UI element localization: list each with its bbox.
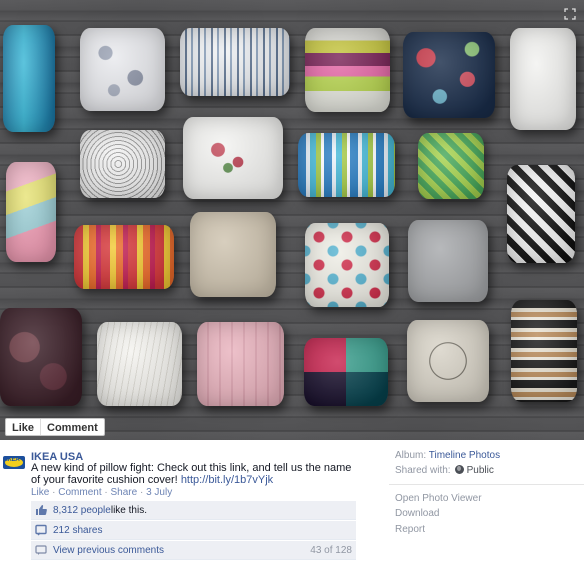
ikea-logo[interactable] <box>3 456 25 469</box>
pillow-green-diamonds <box>418 133 484 199</box>
feedback-box: 8,312 people like this. 212 shares View … <box>31 501 356 561</box>
pillow-black-white-geometric <box>507 165 575 263</box>
photo-comment-button[interactable]: Comment <box>40 419 104 435</box>
pillow-turquoise-blue <box>3 25 55 132</box>
thumbs-up-icon <box>35 504 47 516</box>
comments-row: View previous comments 43 of 128 <box>31 541 356 560</box>
comment-icon <box>35 544 47 556</box>
photo-actions: Like Comment <box>5 418 105 436</box>
post-date[interactable]: 3 July <box>146 487 172 498</box>
album-row: Album: Timeline Photos <box>395 450 500 461</box>
post-meta: Like · Comment · Share · 3 July <box>31 487 172 498</box>
pillow-black-tan-stripes <box>511 300 577 402</box>
photo-like-button[interactable]: Like <box>6 419 40 435</box>
pillow-blue-green-stripes <box>298 133 395 197</box>
privacy-value[interactable]: Public <box>467 465 494 476</box>
meta-separator: · <box>101 487 111 498</box>
pillow-red-yellow-stripes <box>74 225 174 289</box>
open-photo-viewer-link[interactable]: Open Photo Viewer <box>395 493 482 504</box>
pillow-polka-dots <box>305 223 389 307</box>
expand-icon[interactable] <box>564 8 576 20</box>
comment-link[interactable]: Comment <box>58 487 101 498</box>
shared-with-label: Shared with: <box>395 465 451 476</box>
pillow-map-print <box>407 320 489 402</box>
download-link[interactable]: Download <box>395 508 439 519</box>
pillow-multicolor-stripes <box>305 28 390 112</box>
pillow-patchwork <box>304 338 388 406</box>
view-previous-comments-link[interactable]: View previous comments <box>53 545 164 556</box>
like-link[interactable]: Like <box>31 487 49 498</box>
shared-with-row: Shared with: Public <box>395 465 494 476</box>
pillow-dark-floral <box>403 32 495 118</box>
globe-icon <box>454 465 464 474</box>
report-link[interactable]: Report <box>395 524 425 535</box>
pillow-toile-floral <box>80 28 165 111</box>
post-caption: A new kind of pillow fight: Check out th… <box>31 462 361 486</box>
album-link[interactable]: Timeline Photos <box>429 450 500 461</box>
pillow-paisley-dark <box>0 308 82 406</box>
photo-viewer[interactable]: Like Comment <box>0 0 584 440</box>
meta-separator: · <box>137 487 147 498</box>
pillow-grey-plain <box>408 220 488 302</box>
pillow-white-pinstripe <box>97 322 182 406</box>
pillow-pastel-abstract <box>6 162 56 262</box>
share-link[interactable]: Share <box>111 487 138 498</box>
pillow-blue-stripes <box>180 28 290 96</box>
likes-row: 8,312 people like this. <box>31 501 356 520</box>
sidebar-divider <box>389 484 584 485</box>
shares-row: 212 shares <box>31 521 356 540</box>
likes-count-link[interactable]: 8,312 people <box>53 505 111 516</box>
pillow-rose-embroidery <box>183 117 283 199</box>
pillow-swirl-pattern <box>80 130 165 198</box>
pillow-pink-stripe <box>197 322 284 406</box>
likes-suffix: like this. <box>110 504 147 516</box>
share-icon <box>35 524 47 536</box>
caption-link[interactable]: http://bit.ly/1b7vYjk <box>181 474 273 486</box>
pillow-beige-plain <box>190 212 276 297</box>
comment-position: 43 of 128 <box>310 544 352 556</box>
shares-link[interactable]: 212 shares <box>53 525 102 536</box>
meta-separator: · <box>49 487 59 498</box>
pillow-white-plain <box>510 28 576 130</box>
album-label: Album: <box>395 450 429 461</box>
